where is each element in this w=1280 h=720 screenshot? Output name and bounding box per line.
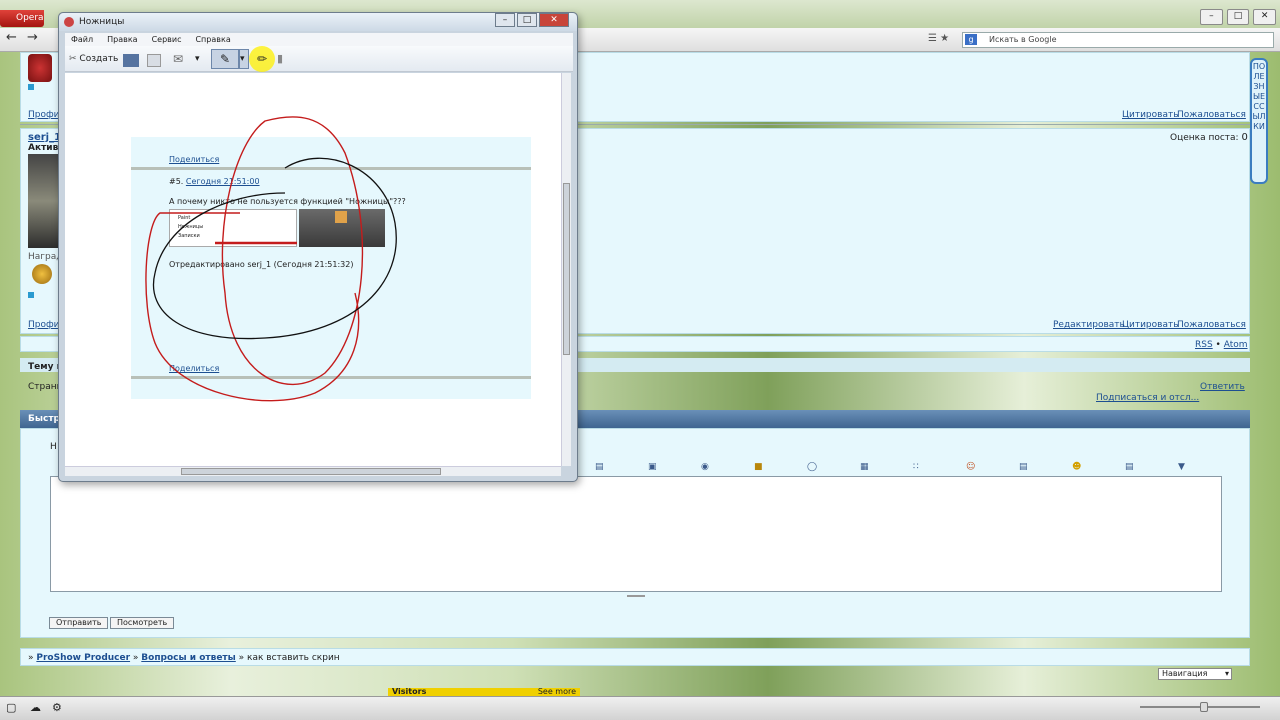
post-rating: Оценка поста: 0 [1170, 132, 1248, 143]
snip-menu-bar: Файл Правка Сервис Справка [65, 33, 573, 46]
comment-icon[interactable]: ◯ [807, 462, 817, 472]
status-icon [28, 292, 34, 298]
see-more-link[interactable]: See more [538, 688, 576, 696]
cloud-icon[interactable]: ☁ [30, 701, 41, 714]
quote-link[interactable]: Цитировать [1122, 110, 1179, 120]
list-icon[interactable]: ▤ [1019, 462, 1028, 472]
feed-links: RSS • Atom [1195, 340, 1248, 350]
reply-link[interactable]: Ответить [1200, 382, 1245, 392]
rating-label: Оценка поста: [1170, 133, 1239, 143]
breadcrumb-section[interactable]: Вопросы и ответы [141, 653, 236, 663]
minimize-button[interactable]: – [495, 13, 515, 27]
maximize-button[interactable]: □ [517, 13, 537, 27]
rss-link[interactable]: RSS [1195, 340, 1213, 350]
search-input[interactable]: Искать в Google [962, 32, 1274, 48]
post-author[interactable]: serj_1 [28, 132, 61, 143]
panel-icon[interactable]: ▢ [6, 701, 16, 714]
atom-link[interactable]: Atom [1224, 340, 1248, 350]
emoji-icon[interactable]: ☻ [1072, 462, 1081, 472]
status-bar: ▢ ☁ ⚙ [0, 696, 1280, 720]
visitors-widget: Visitors See more [388, 688, 580, 696]
scissors-icon [64, 17, 74, 27]
scroll-thumb[interactable] [563, 183, 570, 355]
breadcrumb: » ProShow Producer » Вопросы и ответы » … [28, 653, 340, 663]
medal-icon [32, 264, 52, 284]
close-button[interactable]: ✕ [539, 13, 569, 27]
subscribe-link[interactable]: Подписаться и отсл... [1096, 393, 1199, 403]
copy-icon[interactable] [147, 54, 161, 67]
snipping-tool-window: Ножницы – □ ✕ Файл Правка Сервис Справка… [58, 12, 578, 482]
report-link[interactable]: Пожаловаться [1177, 110, 1246, 120]
more-icon[interactable]: ▤ [1125, 462, 1134, 472]
menu-tools[interactable]: Сервис [152, 33, 182, 46]
chevron-down-icon[interactable]: ▾ [239, 49, 249, 69]
menu-edit[interactable]: Правка [107, 33, 137, 46]
maximize-button[interactable]: □ [1226, 9, 1250, 25]
vertical-scrollbar[interactable] [561, 73, 571, 466]
quote-link[interactable]: Цитировать [1122, 320, 1179, 330]
google-icon[interactable]: g [965, 34, 977, 45]
scissors-icon: ✂ [69, 54, 77, 64]
navigation-select[interactable]: Навигация ▾ [1158, 668, 1232, 680]
chevron-down-icon[interactable]: ▼ [1178, 462, 1185, 472]
smiley-icon[interactable]: ☺ [966, 462, 975, 472]
black-ink-stroke [152, 157, 397, 340]
resize-handle[interactable] [627, 595, 645, 597]
status-icon [28, 84, 34, 90]
image-icon[interactable]: ▣ [648, 462, 657, 472]
horizontal-scrollbar[interactable] [65, 466, 561, 476]
video-icon[interactable]: ◉ [701, 462, 709, 472]
settings-icon[interactable]: ⚙ [52, 701, 62, 714]
message-textarea[interactable] [50, 476, 1222, 592]
avatar [28, 154, 62, 248]
opera-menu-button[interactable]: Opera [0, 10, 44, 27]
close-button[interactable]: ✕ [1253, 9, 1277, 25]
browser-window-controls: – □ ✕ [1200, 9, 1277, 25]
snip-window-controls: – □ ✕ [495, 13, 569, 27]
editor-toolbar: ▤ ▣ ◉ ■ ◯ ▦ ∷ ☺ ▤ ☻ ▤ ▼ [595, 462, 1195, 474]
name-label: Н [50, 442, 57, 452]
edit-link[interactable]: Редактировать [1053, 320, 1125, 330]
preview-button[interactable]: Посмотреть [110, 617, 175, 629]
link-icon[interactable]: ▤ [595, 462, 604, 472]
zoom-slider[interactable] [1140, 702, 1260, 712]
save-icon[interactable] [123, 54, 139, 67]
breadcrumb-current: как вставить скрин [247, 653, 340, 663]
menu-file[interactable]: Файл [71, 33, 93, 46]
chevron-down-icon[interactable]: ▾ [195, 50, 200, 68]
snip-canvas: Поделиться #5. Сегодня 21:51:00 А почему… [65, 73, 561, 466]
breadcrumb-forum[interactable]: ProShow Producer [36, 653, 130, 663]
highlighter-icon[interactable]: ✏ [249, 46, 275, 72]
snip-toolbar: ✂ Создать ✉ ▾ ✎ ▾ ✏ ▮ [65, 46, 573, 72]
chevron-down-icon: ▾ [1224, 669, 1229, 678]
quick-reply-title: Быстр [28, 414, 60, 424]
scroll-thumb[interactable] [181, 468, 441, 475]
ink-annotations [145, 116, 397, 402]
rating-value: 0 [1241, 132, 1248, 143]
useful-links-tab[interactable]: ПОЛЕЗНЫЕ ССЫЛКИ [1250, 58, 1268, 184]
new-snip-button[interactable]: ✂ Создать [69, 50, 118, 68]
eraser-icon[interactable]: ▮ [277, 50, 283, 68]
forward-arrow-icon[interactable]: → [27, 30, 38, 45]
code-icon[interactable]: ▦ [860, 462, 869, 472]
minimize-button[interactable]: – [1200, 9, 1223, 25]
send-button[interactable]: Отправить [49, 617, 109, 629]
snip-title: Ножницы [79, 17, 125, 27]
pen-icon[interactable]: ✎ [211, 49, 239, 69]
rss-star-icons[interactable]: ☰ ★ [928, 33, 949, 44]
back-arrow-icon[interactable]: ← [6, 30, 17, 45]
menu-help[interactable]: Справка [195, 33, 230, 46]
table-icon[interactable]: ∷ [913, 462, 919, 472]
award-icon [28, 54, 52, 82]
send-icon[interactable]: ✉ [173, 50, 183, 68]
report-link[interactable]: Пожаловаться [1177, 320, 1246, 330]
lock-icon[interactable]: ■ [754, 462, 763, 472]
